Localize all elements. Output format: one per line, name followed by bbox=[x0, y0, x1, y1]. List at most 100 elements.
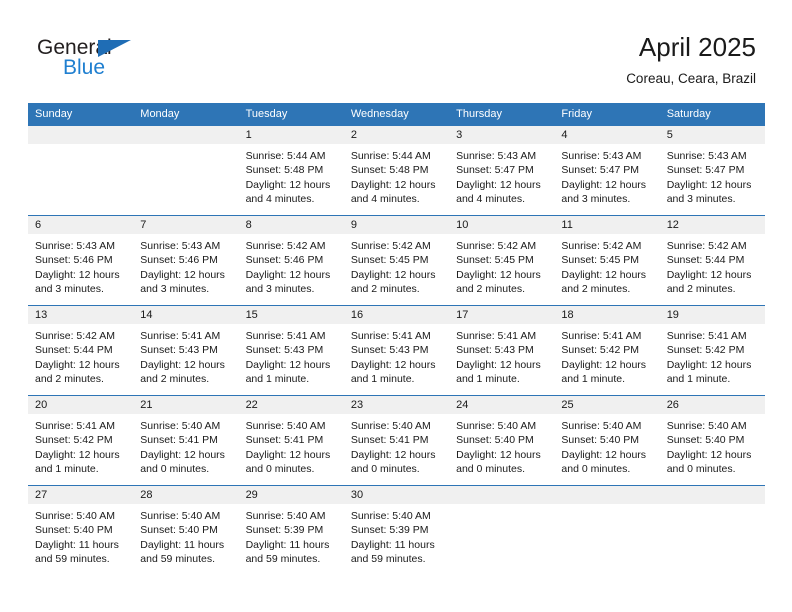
sunrise-text: Sunrise: 5:43 AM bbox=[35, 240, 115, 252]
sunset-text: Sunset: 5:42 PM bbox=[35, 434, 113, 447]
calendar-day-cell[interactable]: 26 Sunrise: 5:40 AM Sunset: 5:40 PM Dayligh… bbox=[659, 395, 765, 486]
page-title: April 2025 bbox=[638, 32, 756, 62]
day-details: Sunrise: 5:43 AM Sunset: 5:47 PM Daylight:… bbox=[554, 144, 659, 207]
day-details: Sunrise: 5:40 AM Sunset: 5:41 PM Daylight:… bbox=[239, 414, 344, 477]
sunset-text: Sunset: 5:43 PM bbox=[140, 344, 218, 357]
title-block: April 2025 Coreau, Ceara, Brazil bbox=[626, 32, 756, 87]
calendar-day-cell[interactable]: 28 Sunrise: 5:40 AM Sunset: 5:40 PM Dayligh… bbox=[133, 485, 239, 573]
day-number: 10 bbox=[449, 216, 555, 234]
calendar-day-cell[interactable]: 13 Sunrise: 5:42 AM Sunset: 5:44 PM Dayligh… bbox=[28, 305, 134, 396]
day-number: 14 bbox=[133, 306, 239, 324]
sunrise-text: Sunrise: 5:40 AM bbox=[561, 420, 642, 432]
day-details: Sunrise: 5:42 AM Sunset: 5:45 PM Daylight:… bbox=[344, 234, 449, 297]
day-details: Sunrise: 5:41 AM Sunset: 5:43 PM Daylight:… bbox=[133, 324, 238, 387]
calendar-day-cell[interactable]: 25 Sunrise: 5:40 AM Sunset: 5:40 PM Dayligh… bbox=[554, 395, 660, 486]
calendar-page: General Blue April 2025 Coreau, Ceara, B… bbox=[0, 0, 792, 612]
calendar-day-cell[interactable]: 20 Sunrise: 5:41 AM Sunset: 5:42 PM Dayligh… bbox=[28, 395, 134, 486]
day-details: Sunrise: 5:40 AM Sunset: 5:41 PM Daylight:… bbox=[133, 414, 238, 477]
general-blue-logo[interactable]: General Blue bbox=[37, 36, 257, 84]
calendar-day-cell[interactable]: 11 Sunrise: 5:42 AM Sunset: 5:45 PM Dayligh… bbox=[554, 215, 660, 306]
calendar-day-cell[interactable]: 9 Sunrise: 5:42 AM Sunset: 5:45 PM Daylight… bbox=[343, 215, 450, 306]
calendar-day-cell[interactable]: 19 Sunrise: 5:41 AM Sunset: 5:42 PM Dayligh… bbox=[659, 305, 765, 396]
calendar-day-cell[interactable]: 10 Sunrise: 5:42 AM Sunset: 5:45 PM Dayligh… bbox=[449, 215, 555, 306]
calendar-day-cell[interactable]: 4 Sunrise: 5:43 AM Sunset: 5:47 PM Daylight… bbox=[554, 125, 660, 216]
daylight-text: Daylight: 12 hours and 3 minutes. bbox=[245, 268, 331, 296]
day-number: 6 bbox=[28, 216, 134, 234]
daylight-text: Daylight: 11 hours and 59 minutes. bbox=[35, 538, 119, 566]
sunrise-text: Sunrise: 5:40 AM bbox=[350, 420, 431, 432]
day-details: Sunrise: 5:41 AM Sunset: 5:42 PM Daylight:… bbox=[660, 324, 765, 387]
day-details: Sunrise: 5:40 AM Sunset: 5:40 PM Daylight:… bbox=[133, 504, 238, 567]
day-number bbox=[28, 126, 134, 144]
day-details: Sunrise: 5:43 AM Sunset: 5:46 PM Daylight:… bbox=[133, 234, 238, 297]
sunrise-text: Sunrise: 5:42 AM bbox=[456, 240, 537, 252]
calendar-empty-cell bbox=[133, 125, 239, 216]
sunrise-text: Sunrise: 5:40 AM bbox=[140, 510, 221, 522]
calendar-day-cell[interactable]: 8 Sunrise: 5:42 AM Sunset: 5:46 PM Daylight… bbox=[238, 215, 344, 306]
logo-text-blue: Blue bbox=[63, 56, 106, 79]
sunset-text: Sunset: 5:48 PM bbox=[245, 164, 324, 177]
calendar-day-cell[interactable]: 30 Sunrise: 5:40 AM Sunset: 5:39 PM Dayligh… bbox=[343, 485, 450, 573]
day-details: Sunrise: 5:43 AM Sunset: 5:46 PM Daylight:… bbox=[28, 234, 133, 297]
sunset-text: Sunset: 5:39 PM bbox=[245, 524, 324, 537]
calendar-day-cell[interactable]: 23 Sunrise: 5:40 AM Sunset: 5:41 PM Dayligh… bbox=[343, 395, 450, 486]
sunset-text: Sunset: 5:47 PM bbox=[456, 164, 534, 177]
day-details: Sunrise: 5:41 AM Sunset: 5:42 PM Daylight:… bbox=[28, 414, 133, 477]
weekday-header-wednesday: Wednesday bbox=[343, 103, 450, 126]
day-number: 9 bbox=[343, 216, 450, 234]
calendar-day-cell[interactable]: 22 Sunrise: 5:40 AM Sunset: 5:41 PM Dayligh… bbox=[238, 395, 344, 486]
weekday-header-row: Sunday Monday Tuesday Wednesday Thursday… bbox=[28, 103, 765, 126]
day-details: Sunrise: 5:42 AM Sunset: 5:46 PM Daylight:… bbox=[239, 234, 344, 297]
daylight-text: Daylight: 12 hours and 0 minutes. bbox=[666, 448, 752, 476]
calendar-day-cell[interactable]: 18 Sunrise: 5:41 AM Sunset: 5:42 PM Dayligh… bbox=[554, 305, 660, 396]
daylight-text: Daylight: 12 hours and 4 minutes. bbox=[456, 178, 541, 206]
calendar-day-cell[interactable]: 16 Sunrise: 5:41 AM Sunset: 5:43 PM Dayligh… bbox=[343, 305, 450, 396]
sunrise-text: Sunrise: 5:40 AM bbox=[245, 420, 326, 432]
daylight-text: Daylight: 12 hours and 3 minutes. bbox=[561, 178, 647, 206]
calendar-day-cell[interactable]: 1 Sunrise: 5:44 AM Sunset: 5:48 PM Daylight… bbox=[238, 125, 344, 216]
calendar-day-cell[interactable]: 12 Sunrise: 5:42 AM Sunset: 5:44 PM Dayligh… bbox=[659, 215, 765, 306]
weekday-header-tuesday: Tuesday bbox=[238, 103, 344, 126]
weekday-header-monday: Monday bbox=[133, 103, 239, 126]
calendar-day-cell[interactable]: 17 Sunrise: 5:41 AM Sunset: 5:43 PM Dayligh… bbox=[449, 305, 555, 396]
sunrise-text: Sunrise: 5:42 AM bbox=[245, 240, 326, 252]
month-calendar: Sunday Monday Tuesday Wednesday Thursday… bbox=[28, 103, 765, 573]
day-details: Sunrise: 5:44 AM Sunset: 5:48 PM Daylight:… bbox=[239, 144, 344, 207]
sunrise-text: Sunrise: 5:40 AM bbox=[140, 420, 221, 432]
calendar-day-cell[interactable]: 2 Sunrise: 5:44 AM Sunset: 5:48 PM Daylight… bbox=[343, 125, 450, 216]
sunset-text: Sunset: 5:46 PM bbox=[140, 254, 218, 267]
daylight-text: Daylight: 12 hours and 2 minutes. bbox=[666, 268, 752, 296]
calendar-day-cell[interactable]: 14 Sunrise: 5:41 AM Sunset: 5:43 PM Dayligh… bbox=[133, 305, 239, 396]
calendar-week-row: 13 Sunrise: 5:42 AM Sunset: 5:44 PM Dayligh… bbox=[28, 305, 765, 396]
calendar-day-cell[interactable]: 6 Sunrise: 5:43 AM Sunset: 5:46 PM Daylight… bbox=[28, 215, 134, 306]
sunset-text: Sunset: 5:39 PM bbox=[350, 524, 429, 537]
calendar-day-cell[interactable]: 15 Sunrise: 5:41 AM Sunset: 5:43 PM Dayligh… bbox=[238, 305, 344, 396]
daylight-text: Daylight: 12 hours and 0 minutes. bbox=[561, 448, 647, 476]
day-details: Sunrise: 5:40 AM Sunset: 5:40 PM Daylight:… bbox=[449, 414, 554, 477]
calendar-day-cell[interactable]: 21 Sunrise: 5:40 AM Sunset: 5:41 PM Dayligh… bbox=[133, 395, 239, 486]
weekday-header-saturday: Saturday bbox=[659, 103, 765, 126]
daylight-text: Daylight: 12 hours and 0 minutes. bbox=[350, 448, 436, 476]
day-details: Sunrise: 5:40 AM Sunset: 5:41 PM Daylight:… bbox=[344, 414, 449, 477]
calendar-day-cell[interactable]: 29 Sunrise: 5:40 AM Sunset: 5:39 PM Dayligh… bbox=[238, 485, 344, 573]
daylight-text: Daylight: 12 hours and 2 minutes. bbox=[350, 268, 436, 296]
sunset-text: Sunset: 5:47 PM bbox=[666, 164, 745, 177]
day-number: 7 bbox=[133, 216, 239, 234]
calendar-day-cell[interactable]: 7 Sunrise: 5:43 AM Sunset: 5:46 PM Daylight… bbox=[133, 215, 239, 306]
weekday-header-thursday: Thursday bbox=[449, 103, 555, 126]
sunset-text: Sunset: 5:40 PM bbox=[456, 434, 534, 447]
day-number: 28 bbox=[133, 486, 239, 504]
calendar-day-cell[interactable]: 3 Sunrise: 5:43 AM Sunset: 5:47 PM Daylight… bbox=[449, 125, 555, 216]
calendar-day-cell[interactable]: 24 Sunrise: 5:40 AM Sunset: 5:40 PM Dayligh… bbox=[449, 395, 555, 486]
day-number: 21 bbox=[133, 396, 239, 414]
daylight-text: Daylight: 12 hours and 3 minutes. bbox=[35, 268, 120, 296]
calendar-day-cell[interactable]: 27 Sunrise: 5:40 AM Sunset: 5:40 PM Dayligh… bbox=[28, 485, 134, 573]
sunset-text: Sunset: 5:42 PM bbox=[561, 344, 640, 357]
day-details: Sunrise: 5:42 AM Sunset: 5:45 PM Daylight:… bbox=[449, 234, 554, 297]
daylight-text: Daylight: 11 hours and 59 minutes. bbox=[140, 538, 225, 566]
sunrise-text: Sunrise: 5:42 AM bbox=[666, 240, 747, 252]
calendar-day-cell[interactable]: 5 Sunrise: 5:43 AM Sunset: 5:47 PM Daylight… bbox=[659, 125, 765, 216]
sunset-text: Sunset: 5:46 PM bbox=[35, 254, 113, 267]
sunset-text: Sunset: 5:45 PM bbox=[350, 254, 429, 267]
daylight-text: Daylight: 11 hours and 59 minutes. bbox=[245, 538, 330, 566]
